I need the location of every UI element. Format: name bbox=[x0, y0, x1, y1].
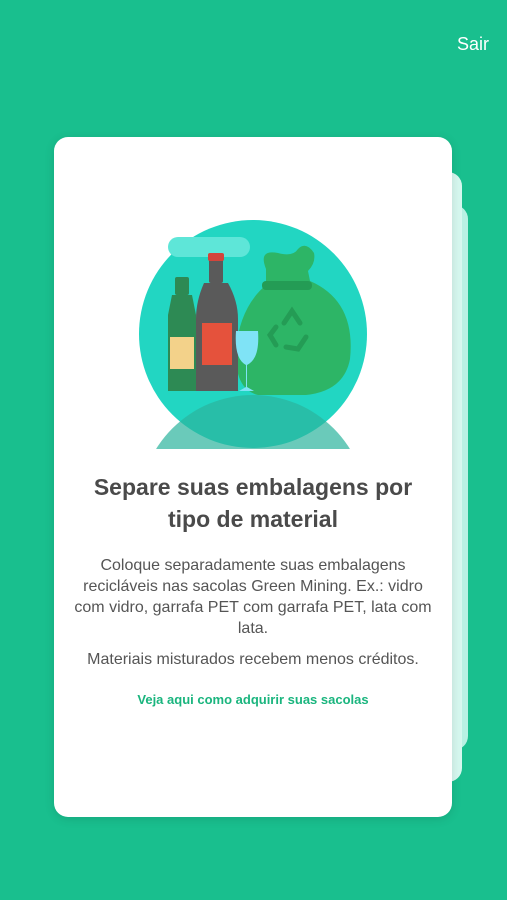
onboarding-title: Separe suas embalagens por tipo de mater… bbox=[93, 474, 413, 532]
recycling-bags-bottles-icon bbox=[138, 220, 368, 449]
exit-button[interactable]: Sair bbox=[457, 34, 489, 55]
onboarding-note: Materiais misturados recebem menos crédi… bbox=[87, 651, 419, 668]
onboarding-description: Coloque separadamente suas embalagens re… bbox=[74, 557, 432, 637]
onboarding-card: Separe suas embalagens por tipo de mater… bbox=[54, 137, 452, 817]
acquire-bags-link[interactable]: Veja aqui como adquirir suas sacolas bbox=[68, 692, 438, 707]
